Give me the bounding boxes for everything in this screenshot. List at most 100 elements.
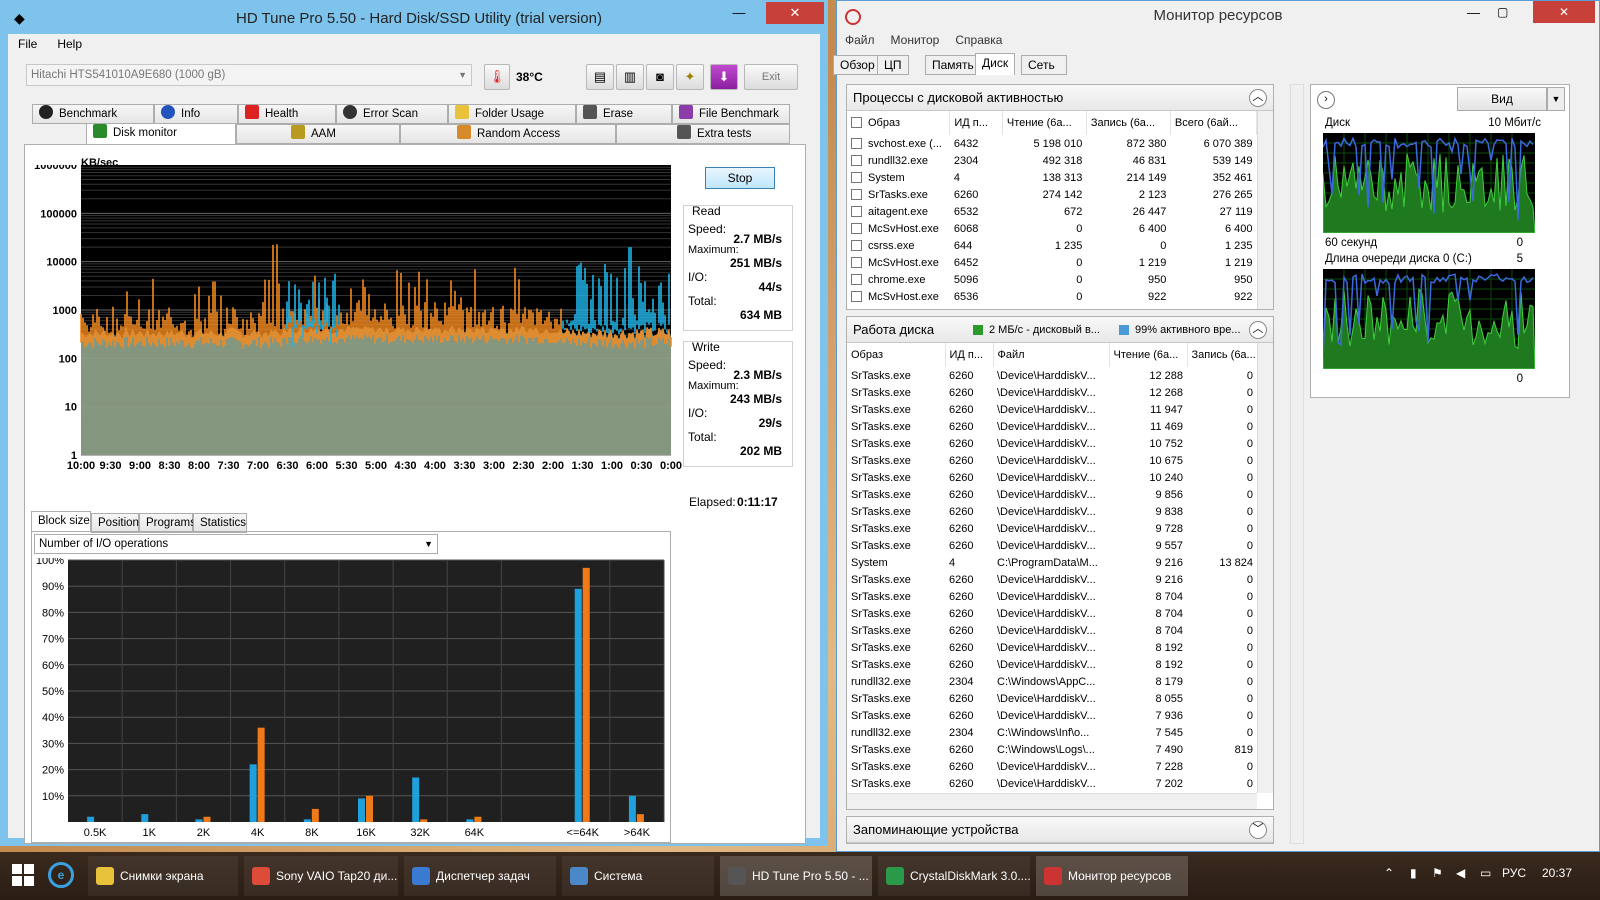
col-pid[interactable]: ИД п... — [949, 111, 1003, 135]
tab-random-access[interactable]: Random Access — [400, 124, 616, 144]
table-row[interactable]: SrTasks.exe 6260 \Device\HarddiskV... 8 704… — [847, 622, 1257, 639]
menu-file[interactable]: Файл — [837, 33, 883, 47]
checkbox[interactable] — [851, 171, 862, 183]
col-write[interactable]: Запись (6а... — [1086, 111, 1171, 135]
table-row[interactable]: SrTasks.exe 6260 \Device\HarddiskV... 12 28… — [847, 367, 1257, 384]
start-button[interactable] — [12, 864, 34, 886]
table-row[interactable]: aitagent.exe 6532 672 26 447 27 119 — [847, 203, 1257, 220]
table-row[interactable]: SrTasks.exe 6260 \Device\HarddiskV... 9 216… — [847, 571, 1257, 588]
screenshot-button[interactable]: ◙ — [646, 64, 674, 90]
options-button[interactable]: ✦ — [676, 64, 704, 90]
menu-file[interactable]: File — [8, 34, 47, 51]
flag-icon[interactable]: ⚑ — [1432, 866, 1443, 880]
expand-graphs-icon[interactable]: › — [1317, 91, 1335, 109]
chevron-down-icon[interactable]: ▼ — [1547, 87, 1565, 111]
checkbox[interactable] — [851, 137, 862, 149]
scrollbar[interactable] — [1290, 84, 1304, 844]
table-row[interactable]: chrome.exe 5096 0 950 950 — [847, 271, 1257, 288]
col-total[interactable]: Всего (6ай... — [1170, 111, 1258, 135]
clock[interactable]: 20:37 — [1542, 866, 1572, 880]
close-button[interactable]: ✕ — [1533, 1, 1595, 23]
checkbox[interactable] — [851, 205, 862, 217]
table-row[interactable]: SrTasks.exe 6260 \Device\HarddiskV... 11 94… — [847, 401, 1257, 418]
stop-button[interactable]: Stop — [705, 167, 775, 189]
table-row[interactable]: SrTasks.exe 6260 \Device\HarddiskV... 8 704… — [847, 605, 1257, 622]
table-row[interactable]: SrTasks.exe 6260 \Device\HarddiskV... 8 192… — [847, 639, 1257, 656]
tab-error-scan[interactable]: Error Scan — [336, 104, 448, 124]
checkbox[interactable] — [851, 154, 862, 166]
table-row[interactable]: System 4 138 313 214 149 352 461 — [847, 169, 1257, 186]
checkbox[interactable] — [851, 239, 862, 251]
storage-header[interactable]: Запоминающие устройства ﹀ — [847, 817, 1273, 843]
checkbox[interactable] — [851, 256, 862, 268]
tab-file-benchmark[interactable]: File Benchmark — [672, 104, 790, 124]
col-pid[interactable]: ИД п... — [945, 343, 994, 367]
table-row[interactable]: SrTasks.exe 6260 \Device\HarddiskV... 7 228… — [847, 758, 1257, 775]
table-row[interactable]: SrTasks.exe 6260 \Device\HarddiskV... 8 055… — [847, 690, 1257, 707]
table-row[interactable]: SrTasks.exe 6260 \Device\HarddiskV... 8 704… — [847, 588, 1257, 605]
tab-erase[interactable]: Erase — [576, 104, 672, 124]
table-row[interactable]: System 4 C:\ProgramData\M... 9 216 13 824 — [847, 554, 1257, 571]
table-row[interactable]: SrTasks.exe 6260 \Device\HarddiskV... 9 856… — [847, 486, 1257, 503]
menu-help[interactable]: Справка — [947, 33, 1010, 47]
metric-select[interactable]: Number of I/O operations ▼ — [34, 534, 438, 554]
subtab-block-size[interactable]: Block size — [31, 511, 91, 531]
col-image[interactable]: Образ — [847, 343, 946, 367]
subtab-statistics[interactable]: Statistics — [193, 513, 247, 533]
table-row[interactable]: rundll32.exe 2304 C:\Windows\Inf\o... 7 545… — [847, 724, 1257, 741]
save-button[interactable]: ⬇ — [710, 64, 738, 90]
task-sony-vaio[interactable]: Sony VAIO Tap20 ди... — [244, 856, 398, 896]
menu-help[interactable]: Help — [47, 34, 92, 51]
tab-aam[interactable]: AAM — [236, 124, 400, 144]
table-row[interactable]: SrTasks.exe 6260 \Device\HarddiskV... 10 75… — [847, 435, 1257, 452]
tab-benchmark[interactable]: Benchmark — [32, 104, 154, 124]
table-row[interactable]: SrTasks.exe 6260 \Device\HarddiskV... 10 67… — [847, 452, 1257, 469]
hdtune-titlebar[interactable]: ◆ HD Tune Pro 5.50 - Hard Disk/SSD Utili… — [2, 2, 826, 34]
subtab-programs[interactable]: Programs — [139, 513, 196, 533]
tab-memory[interactable]: Память — [925, 55, 981, 75]
checkbox[interactable] — [851, 188, 862, 200]
col-write[interactable]: Запись (6а... — [1187, 343, 1258, 367]
task-resource-monitor[interactable]: Монитор ресурсов — [1036, 856, 1188, 896]
exit-button[interactable]: Exit — [744, 64, 798, 90]
close-button[interactable]: ✕ — [766, 2, 824, 24]
table-row[interactable]: svchost.exe (... 6432 5 198 010 872 380 6 07… — [847, 135, 1257, 152]
tab-network[interactable]: Сеть — [1021, 55, 1067, 75]
table-row[interactable]: rundll32.exe 2304 C:\Windows\AppC... 8 179 0 — [847, 673, 1257, 690]
table-row[interactable]: McSvHost.exe 6452 0 1 219 1 219 — [847, 254, 1257, 271]
up-arrow-icon[interactable]: ⌃ — [1384, 866, 1394, 880]
col-image[interactable]: Образ — [847, 111, 951, 135]
battery-icon[interactable]: ▭ — [1480, 866, 1491, 880]
tab-health[interactable]: Health — [238, 104, 336, 124]
tab-folder-usage[interactable]: Folder Usage — [448, 104, 576, 124]
drive-select[interactable]: Hitachi HTS541010A9E680 (1000 gB) ▼ — [26, 64, 472, 86]
disk-processes-header[interactable]: Процессы с дисковой активностью ︿ — [847, 85, 1273, 111]
tab-info[interactable]: Info — [154, 104, 238, 124]
table-row[interactable]: rundll32.exe 2304 492 318 46 831 539 149 — [847, 152, 1257, 169]
copy-info-button[interactable]: ▤ — [586, 64, 614, 90]
table-row[interactable]: SrTasks.exe 6260 C:\Windows\Logs\... 7 490 8… — [847, 741, 1257, 758]
table-row[interactable]: SrTasks.exe 6260 \Device\HarddiskV... 8 192… — [847, 656, 1257, 673]
maximize-button[interactable]: ▢ — [1497, 5, 1508, 19]
internet-explorer-icon[interactable]: e — [48, 862, 74, 888]
collapse-icon[interactable]: ︿ — [1249, 321, 1267, 339]
table-row[interactable]: McSvHost.exe 6536 0 922 922 — [847, 288, 1257, 305]
table-row[interactable]: McSvHost.exe 6068 0 6 400 6 400 — [847, 220, 1257, 237]
table-row[interactable]: csrss.exe 644 1 235 0 1 235 — [847, 237, 1257, 254]
task-screenshots[interactable]: Снимки экрана — [88, 856, 238, 896]
table-row[interactable]: SrTasks.exe 6260 \Device\HarddiskV... 7 202… — [847, 775, 1257, 792]
disk-activity-header[interactable]: Работа диска 2 МБ/с - дисковый в... 99% … — [847, 317, 1273, 343]
table-row[interactable]: SrTasks.exe 6260 \Device\HarddiskV... 9 728… — [847, 520, 1257, 537]
scrollbar[interactable] — [1257, 343, 1273, 793]
checkbox[interactable] — [851, 117, 862, 128]
table-row[interactable]: SrTasks.exe 6260 \Device\HarddiskV... 9 557… — [847, 537, 1257, 554]
collapse-icon[interactable]: ︿ — [1249, 89, 1267, 107]
table-row[interactable]: SrTasks.exe 6260 274 142 2 123 276 265 — [847, 186, 1257, 203]
checkbox[interactable] — [851, 290, 862, 302]
table-row[interactable]: SrTasks.exe 6260 \Device\HarddiskV... 9 838… — [847, 503, 1257, 520]
copy-all-button[interactable]: ▥ — [616, 64, 644, 90]
language-indicator[interactable]: РУС — [1502, 866, 1526, 880]
horizontal-scrollbar[interactable] — [847, 793, 1257, 809]
table-row[interactable]: SrTasks.exe 6260 \Device\HarddiskV... 7 936… — [847, 707, 1257, 724]
network-icon[interactable]: ▮ — [1410, 866, 1417, 880]
